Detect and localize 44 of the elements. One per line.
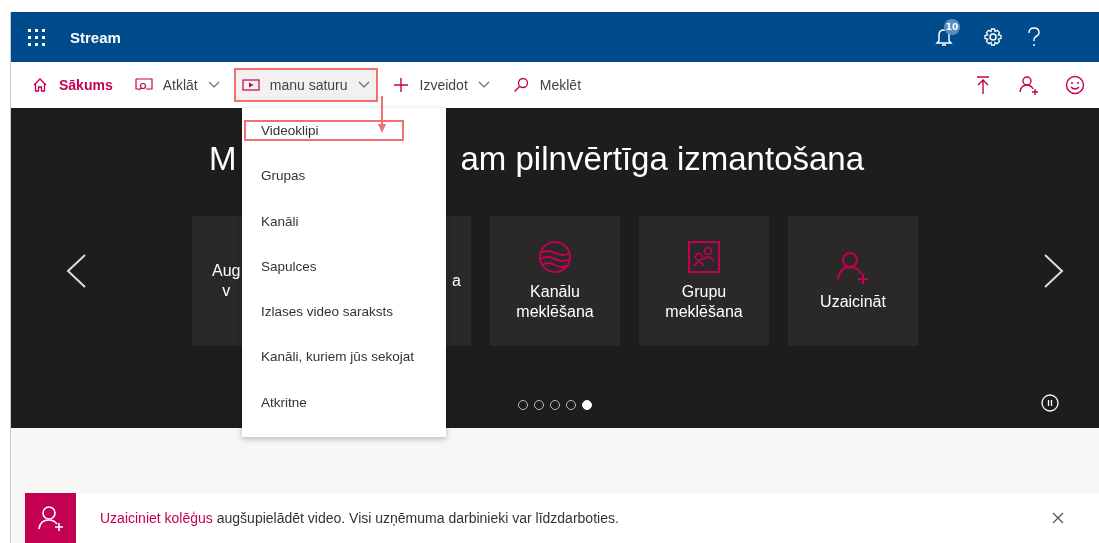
close-icon[interactable] [1051, 511, 1065, 525]
tile-label: Uzaicināt [820, 292, 886, 312]
tile-label: a [452, 271, 461, 291]
nav-tab[interactable]: Meklēt [503, 68, 590, 102]
menu-item[interactable]: Kanāli [242, 210, 446, 256]
next-arrow-icon[interactable] [1043, 253, 1065, 289]
menu-item[interactable]: Grupas [242, 165, 446, 211]
tile[interactable]: Uzaicināt [788, 216, 918, 346]
home-icon [31, 77, 49, 93]
nav-tab[interactable]: Izveidot [383, 68, 498, 102]
group-picture-icon [687, 240, 721, 274]
add-person-icon [836, 250, 870, 284]
menu-item[interactable]: Atkritne [242, 391, 446, 437]
globe-icon [538, 240, 572, 274]
tile[interactable]: Grupu meklēšana [639, 216, 769, 346]
banner-message: Uzaiciniet kolēģus augšupielādēt video. Visi uzņēmuma darbinieki var līdzdarboties. [100, 510, 619, 526]
nav-tab[interactable]: Atklāt [126, 68, 228, 102]
menu-item[interactable]: Izlases video saraksts [242, 301, 446, 347]
nav-tab[interactable]: manu saturu [233, 68, 378, 102]
app-launcher-icon[interactable] [26, 27, 46, 47]
smiley-icon[interactable] [1065, 75, 1085, 95]
tile-label: Kanālu meklēšana [516, 282, 594, 322]
previous-arrow-icon[interactable] [65, 253, 87, 289]
plus-icon [391, 77, 410, 93]
annotation-arrow [377, 96, 387, 134]
app-title: Stream [70, 28, 121, 46]
menu-item[interactable]: Kanāli, kuriem jūs sekojat [242, 346, 446, 392]
pause-icon[interactable] [1041, 394, 1059, 412]
screen-search-icon [134, 77, 153, 93]
video-icon [241, 77, 260, 93]
menu-item[interactable]: Videoklipi [242, 120, 446, 166]
add-person-icon[interactable] [1019, 75, 1039, 95]
add-person-icon [37, 505, 64, 531]
menu-item[interactable]: Sapulces [242, 255, 446, 302]
settings-icon[interactable] [983, 27, 1003, 47]
help-icon[interactable] [1027, 27, 1041, 47]
invite-link[interactable]: Uzaiciniet kolēģus [100, 510, 213, 526]
tile-label: Aug v [212, 261, 241, 301]
hero-title: am pilnvērtīga izmantošana [460, 140, 865, 178]
tile-label: Grupu meklēšana [665, 282, 743, 322]
tile[interactable]: Kanālu meklēšana [490, 216, 620, 346]
nav-tab[interactable]: Sākums [23, 68, 121, 102]
hero-title: M [209, 140, 237, 178]
notification-badge: 10 [944, 19, 960, 35]
